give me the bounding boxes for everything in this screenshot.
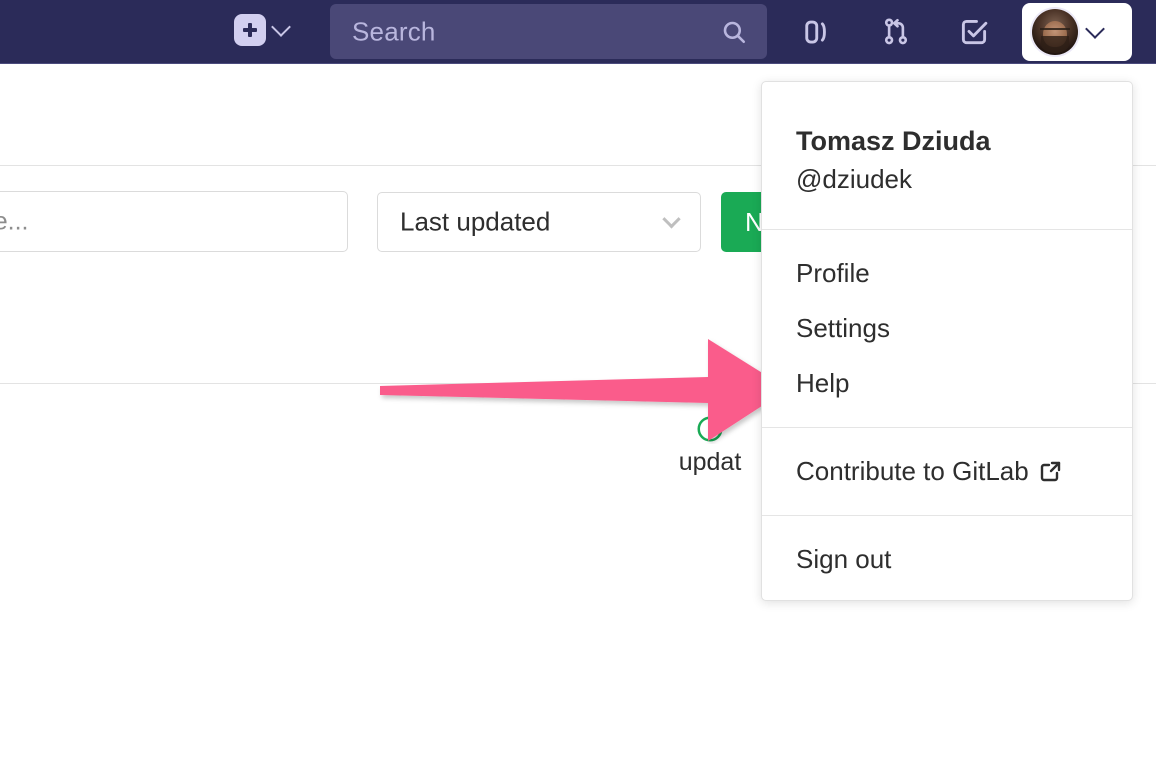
- menu-item-contribute-to-gitlab[interactable]: Contribute to GitLab: [762, 444, 1132, 499]
- project-filter-input[interactable]: ame...: [0, 191, 348, 252]
- create-new-dropdown[interactable]: [234, 14, 291, 46]
- user-menu-button[interactable]: [1022, 3, 1132, 61]
- menu-item-settings[interactable]: Settings: [762, 301, 1132, 356]
- menu-item-label: Contribute to GitLab: [796, 455, 1029, 486]
- user-full-name: Tomasz Dziuda: [796, 126, 991, 156]
- user-handle: @dziudek: [796, 164, 913, 195]
- project-filter-placeholder: ame...: [0, 207, 29, 235]
- pink-arrow: [370, 334, 790, 444]
- user-dropdown-menu[interactable]: Tomasz Dziuda @dziudek Profile Settings …: [761, 81, 1133, 601]
- dropdown-group-contribute: Contribute to GitLab: [762, 428, 1132, 515]
- issues-icon[interactable]: [800, 14, 836, 50]
- todos-icon[interactable]: [956, 14, 992, 50]
- external-link-icon: [1039, 459, 1063, 483]
- sort-dropdown-value: Last updated: [400, 206, 551, 237]
- chevron-down-icon[interactable]: [271, 17, 291, 37]
- merge-requests-icon[interactable]: [878, 14, 914, 50]
- menu-item-label: Settings: [796, 312, 890, 343]
- user-dropdown-header: Tomasz Dziuda @dziudek: [762, 82, 1132, 229]
- avatar[interactable]: [1032, 9, 1078, 55]
- sort-dropdown[interactable]: Last updated: [377, 192, 701, 252]
- plus-icon[interactable]: [234, 14, 266, 46]
- screenshot-root: ame... Last updated N updat: [0, 0, 1156, 766]
- menu-item-label: Help: [796, 367, 850, 398]
- menu-item-profile[interactable]: Profile: [762, 246, 1132, 301]
- menu-item-label: Sign out: [796, 543, 892, 574]
- menu-item-label: Profile: [796, 257, 870, 288]
- search-icon: [721, 19, 747, 45]
- top-navbar: Search: [0, 0, 1156, 64]
- search-placeholder: Search: [352, 16, 436, 46]
- empty-state-text: updat: [678, 448, 742, 476]
- dropdown-group-session: Sign out: [762, 516, 1132, 600]
- dropdown-group-account: Profile Settings Help: [762, 230, 1132, 427]
- chevron-down-icon[interactable]: [1085, 19, 1105, 39]
- menu-item-sign-out[interactable]: Sign out: [762, 532, 1132, 587]
- menu-item-help[interactable]: Help: [762, 356, 1132, 411]
- search-input[interactable]: Search: [330, 4, 767, 59]
- chevron-down-icon: [662, 210, 681, 229]
